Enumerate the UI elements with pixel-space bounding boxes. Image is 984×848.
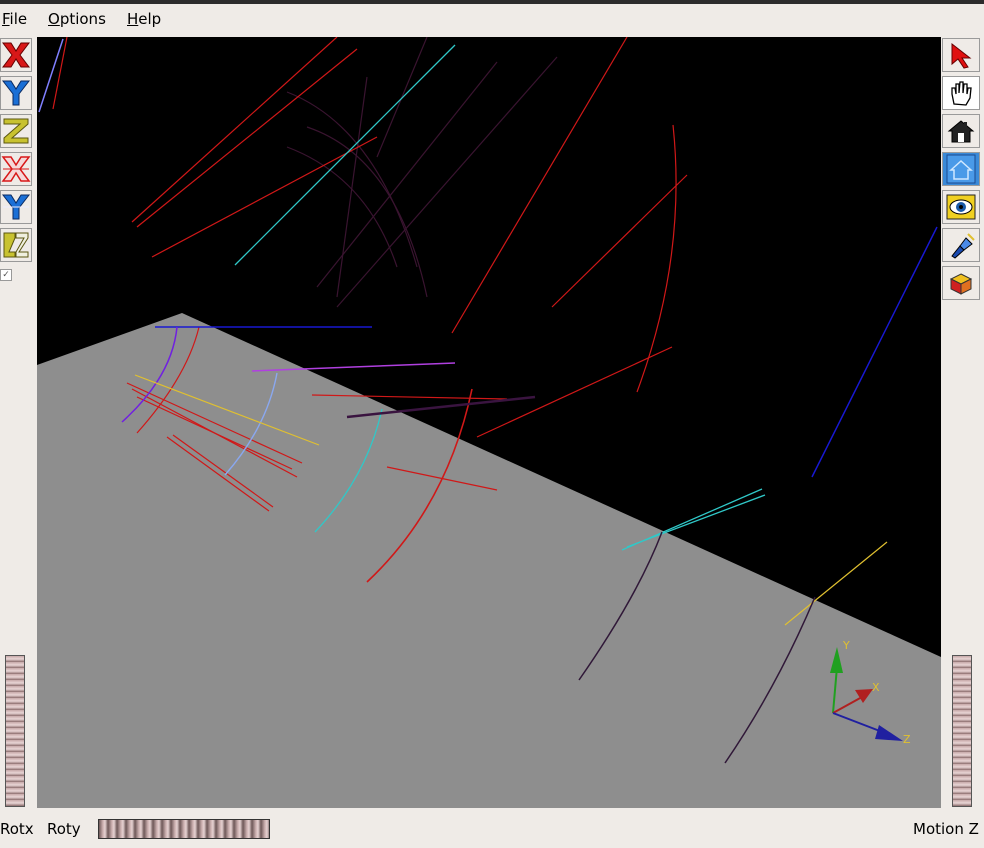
menu-options[interactable]: Options xyxy=(48,10,106,28)
3d-viewer[interactable]: Y X Z xyxy=(37,37,941,808)
menubar: File Options Help xyxy=(0,6,984,32)
z-axis-icon xyxy=(3,118,29,144)
view-y-axis-reverse-button[interactable] xyxy=(0,190,32,224)
pan-mode-button[interactable] xyxy=(942,76,980,110)
roty-thumbwheel[interactable] xyxy=(98,819,270,839)
y-axis-icon xyxy=(1,80,31,106)
menu-help-label: elp xyxy=(138,10,162,28)
axis-z-label: Z xyxy=(903,733,911,746)
menu-options-mnemonic: O xyxy=(48,10,60,28)
menu-help[interactable]: Help xyxy=(127,10,161,28)
projection-toggle-button[interactable] xyxy=(942,266,980,300)
view-all-eye-icon xyxy=(946,194,976,220)
select-arrow-icon xyxy=(951,42,972,69)
menu-options-label: ptions xyxy=(59,10,106,28)
motion-z-thumbwheel[interactable] xyxy=(952,655,972,807)
set-home-icon xyxy=(946,154,976,184)
menu-file-mnemonic: F xyxy=(2,10,10,28)
rotx-label: Rotx xyxy=(0,820,34,838)
window-top-strip xyxy=(0,0,984,4)
view-y-axis-button[interactable] xyxy=(0,76,32,110)
menu-file-label: ile xyxy=(9,10,28,28)
pan-hand-icon xyxy=(951,81,972,106)
x-axis-icon xyxy=(2,42,30,68)
seek-flashlight-icon xyxy=(951,233,975,259)
y-axis-reverse-icon xyxy=(1,194,31,220)
select-mode-button[interactable] xyxy=(942,38,980,72)
menu-help-mnemonic: H xyxy=(127,10,139,28)
set-home-button[interactable] xyxy=(942,152,980,186)
seek-button[interactable] xyxy=(942,228,980,262)
view-z-axis-button[interactable] xyxy=(0,114,32,148)
view-x-axis-button[interactable] xyxy=(0,38,32,72)
menu-file[interactable]: File xyxy=(2,10,27,28)
motion-z-label: Motion Z xyxy=(913,820,979,838)
projection-cube-icon xyxy=(949,273,973,295)
z-axis-reverse-icon xyxy=(3,232,29,258)
rotx-thumbwheel[interactable] xyxy=(5,655,25,807)
axis-x-label: X xyxy=(872,681,880,694)
view-z-axis-reverse-button[interactable] xyxy=(0,228,32,262)
roty-label: Roty xyxy=(47,820,81,838)
axis-y-label: Y xyxy=(842,639,850,652)
home-button[interactable] xyxy=(942,114,980,148)
checkbox[interactable]: ✓ xyxy=(0,269,12,281)
home-icon xyxy=(947,120,975,143)
view-all-button[interactable] xyxy=(942,190,980,224)
view-x-axis-reverse-button[interactable] xyxy=(0,152,32,186)
scene-canvas[interactable]: Y X Z xyxy=(37,37,941,808)
x-axis-reverse-icon xyxy=(1,156,31,182)
